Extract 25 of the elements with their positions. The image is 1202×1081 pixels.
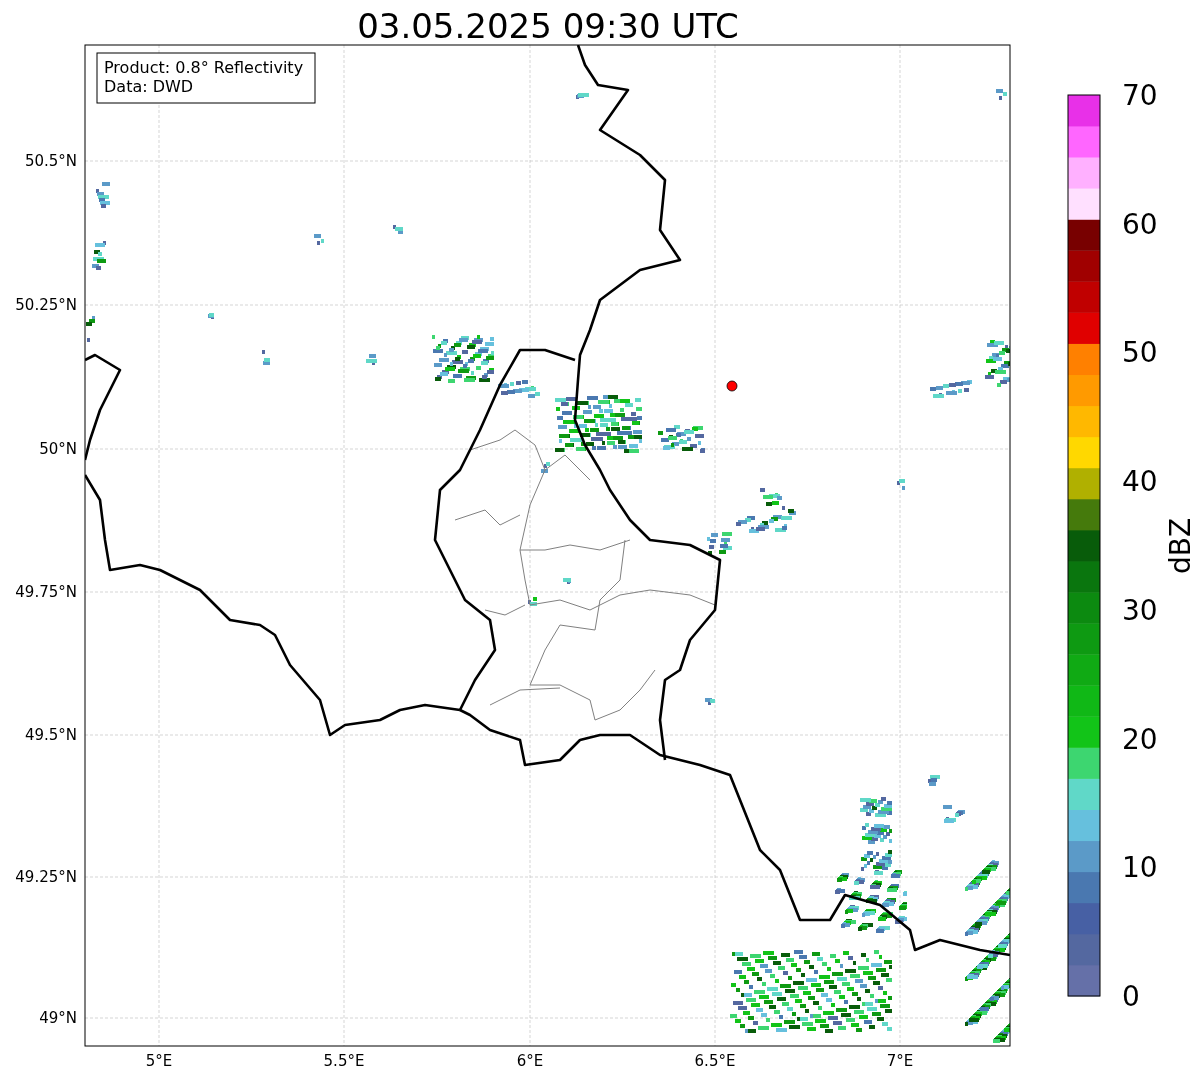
colorbar-tick-label: 10: [1122, 851, 1158, 885]
colorbar-tick-label: 0: [1122, 980, 1140, 1013]
tick-label: 49.75°N: [15, 583, 77, 601]
tick-label: 49°N: [39, 1009, 77, 1027]
tick-label: 49.5°N: [24, 726, 77, 744]
tick-label: 5°E: [145, 1052, 173, 1070]
colorbar-tick-label: 30: [1122, 593, 1158, 627]
figure-title: 03.05.2025 09:30 UTC: [357, 6, 739, 46]
colorbar-tick-label: 70: [1122, 79, 1158, 112]
radar-site-marker: [726, 380, 738, 392]
tick-label: 6°E: [516, 1052, 544, 1070]
colorbar-tick-label: 50: [1122, 336, 1158, 370]
colorbar-tick-label: 20: [1122, 722, 1158, 756]
colorbar-tick-label: 60: [1122, 207, 1158, 241]
colorbar-label: dBZ: [1164, 517, 1197, 575]
tick-label: 50.25°N: [15, 296, 77, 314]
tick-label: 6.5°E: [694, 1052, 736, 1070]
tick-label: 50.5°N: [24, 152, 77, 170]
tick-label: 5.5°E: [323, 1052, 365, 1070]
tick-label: 49.25°N: [15, 868, 77, 886]
colorbar-tick-label: 40: [1122, 465, 1158, 499]
tick-label: 7°E: [886, 1052, 914, 1070]
legend-text: Data: DWD: [104, 77, 194, 96]
legend-text: Product: 0.8° Reflectivity: [104, 58, 304, 77]
tick-label: 50°N: [39, 440, 77, 458]
